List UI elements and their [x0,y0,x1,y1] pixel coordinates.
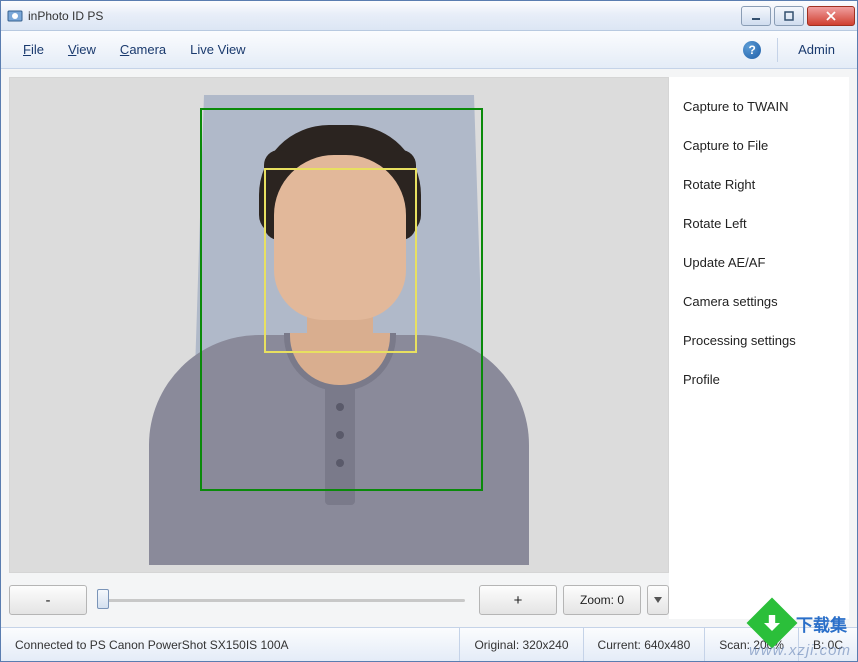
menu-admin[interactable]: Admin [786,36,847,63]
action-rotate-left[interactable]: Rotate Left [677,204,841,243]
body-area: - + Zoom: 0 Capture to TWAIN Capture to … [1,69,857,627]
maximize-icon [783,11,795,21]
preview-column: - + Zoom: 0 [9,77,669,619]
status-bits: B: 0C [798,628,857,661]
action-update-aeaf[interactable]: Update AE/AF [677,243,841,282]
live-preview [10,78,668,572]
chevron-down-icon [654,597,662,603]
menu-file[interactable]: File [11,36,56,63]
titlebar: inPhoto ID PS [1,1,857,31]
minimize-icon [750,11,762,21]
app-icon [7,8,23,24]
menu-liveview[interactable]: Live View [178,36,257,63]
zoom-in-button[interactable]: + [479,585,557,615]
menu-camera[interactable]: Camera [108,36,178,63]
zoom-controls: - + Zoom: 0 [9,581,669,619]
window-controls [741,6,855,26]
face-box [264,168,417,353]
window-title: inPhoto ID PS [28,9,741,23]
action-processing-settings[interactable]: Processing settings [677,321,841,360]
zoom-dropdown[interactable] [647,585,669,615]
menubar: File View Camera Live View ? Admin [1,31,857,69]
action-rotate-right[interactable]: Rotate Right [677,165,841,204]
close-icon [825,11,837,21]
status-current: Current: 640x480 [583,628,705,661]
action-camera-settings[interactable]: Camera settings [677,282,841,321]
help-icon[interactable]: ? [743,41,761,59]
close-button[interactable] [807,6,855,26]
action-capture-twain[interactable]: Capture to TWAIN [677,87,841,126]
menu-divider [777,38,778,62]
zoom-slider[interactable] [93,585,473,615]
action-capture-file[interactable]: Capture to File [677,126,841,165]
status-original: Original: 320x240 [459,628,582,661]
menu-view[interactable]: View [56,36,108,63]
preview-frame [9,77,669,573]
status-connection: Connected to PS Canon PowerShot SX150IS … [1,628,459,661]
zoom-readout: Zoom: 0 [563,585,641,615]
minimize-button[interactable] [741,6,771,26]
action-profile[interactable]: Profile [677,360,841,399]
zoom-slider-thumb[interactable] [97,589,109,609]
maximize-button[interactable] [774,6,804,26]
app-window: inPhoto ID PS File View Camera Live View… [0,0,858,662]
action-sidebar: Capture to TWAIN Capture to File Rotate … [669,77,849,619]
zoom-out-button[interactable]: - [9,585,87,615]
statusbar: Connected to PS Canon PowerShot SX150IS … [1,627,857,661]
status-scan: Scan: 200% [704,628,798,661]
